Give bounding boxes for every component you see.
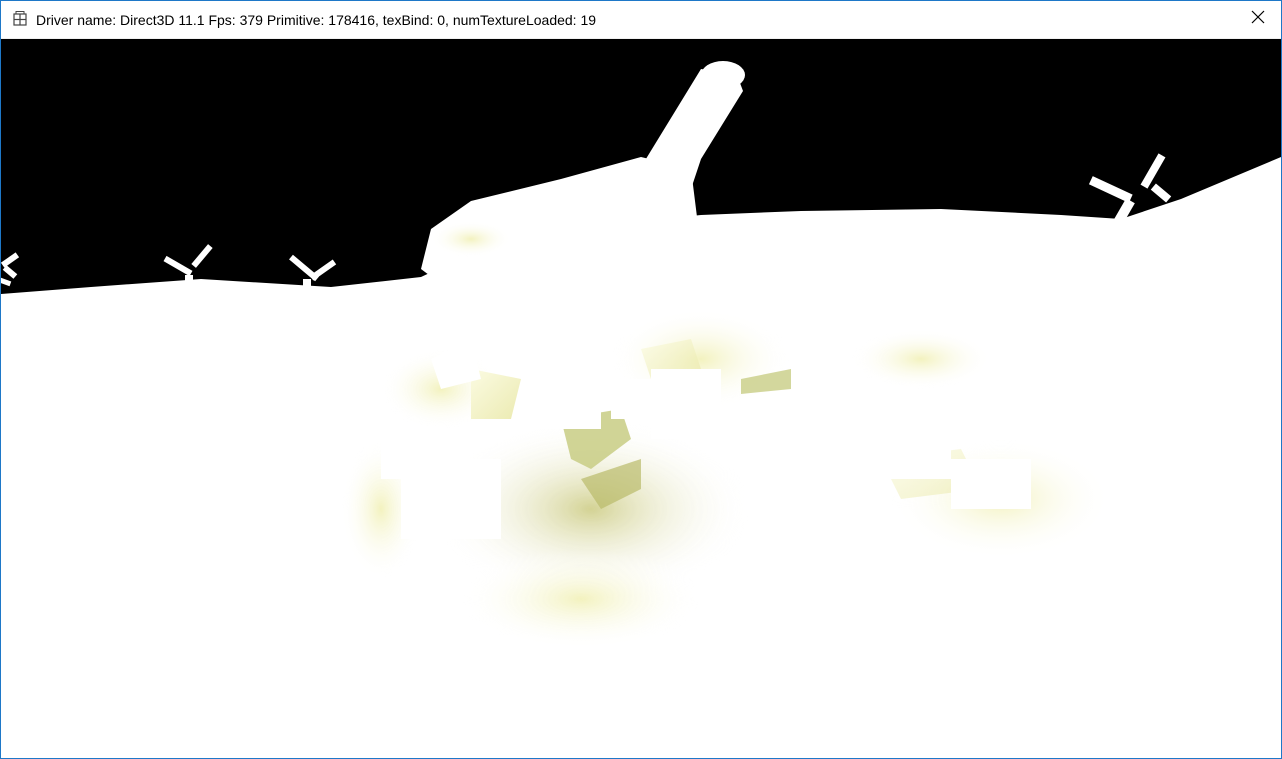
app-window: Driver name: Direct3D 11.1 Fps: 379 Prim… — [0, 0, 1282, 759]
close-icon — [1251, 10, 1265, 29]
window-title: Driver name: Direct3D 11.1 Fps: 379 Prim… — [36, 12, 597, 28]
app-grid-icon — [12, 11, 28, 27]
scene-canvas — [1, 39, 1281, 758]
close-button[interactable] — [1235, 1, 1281, 38]
render-viewport[interactable] — [1, 39, 1281, 758]
title-bar[interactable]: Driver name: Direct3D 11.1 Fps: 379 Prim… — [1, 1, 1281, 39]
